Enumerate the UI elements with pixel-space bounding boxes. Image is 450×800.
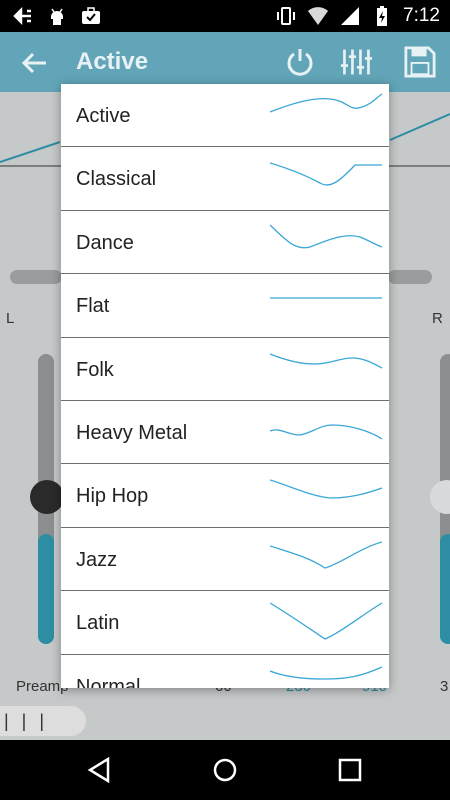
eq-curve-line — [270, 602, 383, 640]
bottom-handle[interactable]: | | | — [0, 706, 86, 736]
eq-curve-line — [270, 541, 383, 569]
eq-curve-thumbnail — [270, 93, 383, 113]
back-arrow-icon[interactable] — [20, 48, 50, 78]
balance-bar-left — [10, 270, 62, 284]
preset-item-flat[interactable]: Flat — [61, 274, 389, 338]
eq-curve-thumbnail — [270, 602, 383, 640]
preset-item-heavy-metal[interactable]: Heavy Metal — [61, 401, 389, 465]
preset-label: Jazz — [76, 548, 118, 571]
freq-label-edge: 3 — [440, 678, 449, 695]
preset-label: Flat — [76, 295, 110, 318]
signal-icon — [341, 7, 360, 25]
eq-curve-line — [270, 352, 383, 369]
eq-curve-line — [270, 224, 383, 249]
save-icon[interactable] — [402, 46, 438, 78]
back-triangle-icon[interactable] — [86, 756, 114, 784]
preset-label: Normal — [76, 675, 141, 688]
preset-item-active[interactable]: Active — [61, 84, 389, 148]
power-icon[interactable] — [284, 46, 316, 78]
preset-item-hip-hop[interactable]: Hip Hop — [61, 464, 389, 528]
preset-item-latin[interactable]: Latin — [61, 591, 389, 655]
status-time: 7:12 — [403, 5, 440, 26]
usb-debug-icon — [13, 6, 31, 26]
right-channel-label: R — [432, 310, 443, 327]
preset-item-folk[interactable]: Folk — [61, 338, 389, 401]
preamp-slider-knob[interactable] — [30, 480, 64, 514]
app-bar: Active — [0, 32, 450, 92]
eq-curve-thumbnail — [270, 297, 382, 299]
preset-label: Latin — [76, 612, 120, 635]
eq-curve-thumbnail — [270, 541, 383, 569]
eq-curve-line — [270, 162, 382, 187]
left-channel-label: L — [6, 310, 15, 327]
eq-curve-thumbnail — [270, 665, 383, 680]
wifi-icon — [308, 7, 329, 25]
preset-label: Heavy Metal — [76, 421, 188, 444]
preset-label: Active — [76, 105, 131, 127]
preset-label: Dance — [76, 231, 134, 254]
eq-curve-thumbnail — [270, 224, 383, 249]
preset-label: Hip Hop — [76, 485, 149, 508]
preset-label: Folk — [76, 358, 114, 381]
navigation-bar — [0, 740, 450, 800]
equalizer-sliders-icon[interactable] — [340, 46, 372, 78]
home-circle-icon[interactable] — [211, 756, 239, 784]
eq-curve-line — [270, 424, 383, 440]
battery-charging-icon — [377, 6, 388, 26]
briefcase-check-icon — [82, 7, 100, 24]
preset-item-jazz[interactable]: Jazz — [61, 528, 389, 592]
eq-curve-thumbnail — [270, 424, 383, 440]
balance-bar-right — [388, 270, 432, 284]
preamp-slider-fill — [38, 534, 54, 644]
vibrate-icon — [277, 7, 296, 25]
eq-curve-line — [270, 93, 383, 113]
eq-curve-line — [270, 479, 383, 499]
eq-curve-line — [270, 665, 383, 680]
preset-label: Classical — [76, 168, 157, 191]
preset-item-dance[interactable]: Dance — [61, 211, 389, 275]
eq-curve-thumbnail — [270, 162, 382, 187]
band-slider-fill — [440, 534, 450, 644]
status-bar: 7:12 — [0, 0, 450, 32]
android-icon — [51, 8, 63, 25]
band-slider-knob[interactable] — [430, 480, 450, 514]
eq-curve-thumbnail — [270, 479, 383, 499]
eq-curve-thumbnail — [270, 352, 383, 369]
preset-item-normal[interactable]: Normal — [61, 655, 389, 688]
recents-square-icon[interactable] — [336, 756, 364, 784]
page-title: Active — [76, 48, 149, 75]
preset-dialog: Active Classical Dance Flat Folk Heavy Metal H… — [61, 84, 389, 688]
preset-item-classical[interactable]: Classical — [61, 147, 389, 211]
